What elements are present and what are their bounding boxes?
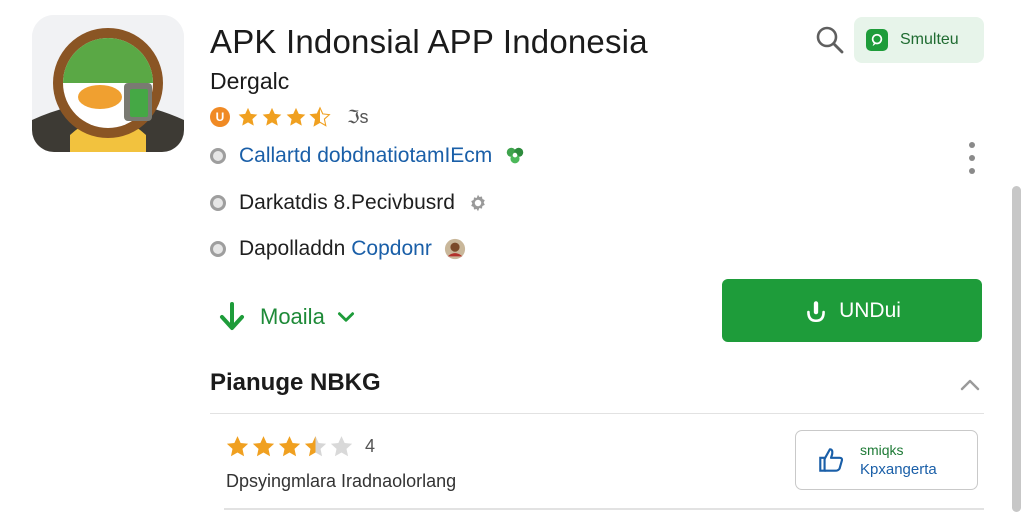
- like-button[interactable]: smiqks Kpxangerta: [795, 430, 978, 490]
- app-rating: U ℑs: [210, 104, 369, 130]
- like-button-line2: Kpxangerta: [860, 461, 937, 478]
- gear-icon: [471, 194, 485, 212]
- star-icon: [252, 435, 275, 456]
- star-icon: [226, 435, 249, 456]
- star-half-icon: [309, 106, 331, 127]
- chat-button[interactable]: Smulteu: [854, 17, 984, 63]
- leaf-icon: [507, 147, 524, 164]
- info-developer-prefix: Dapolladdn: [239, 237, 346, 260]
- chevron-down-icon: [337, 312, 354, 322]
- version-selector[interactable]: Moaila: [216, 300, 357, 334]
- chevron-up-icon: [960, 379, 980, 391]
- star-icon: [278, 435, 301, 456]
- app-title: APK Indonsial APP Indonesia: [210, 23, 648, 60]
- scrollbar[interactable]: [1012, 186, 1021, 512]
- like-button-line1: smiqks: [860, 442, 904, 458]
- bullet-icon: [210, 241, 226, 257]
- collapse-button[interactable]: [958, 373, 982, 397]
- section-divider: [210, 413, 984, 414]
- info-row-version: Darkatdis 8.Pecivbusrd: [210, 188, 489, 218]
- review-count: 4: [365, 435, 376, 456]
- download-button-label: UNDui: [839, 298, 901, 322]
- touch-icon: [807, 300, 825, 322]
- bottom-divider: [224, 508, 984, 510]
- info-version-text: Darkatdis 8.Pecivbusrd: [239, 191, 455, 214]
- info-category-link[interactable]: Callartd dobdnatiotamIEcm: [239, 144, 492, 168]
- download-button[interactable]: UNDui: [722, 279, 982, 342]
- version-selector-label: Moaila: [260, 304, 325, 329]
- info-row-category[interactable]: Callartd dobdnatiotamIEcm: [210, 141, 526, 171]
- search-button[interactable]: [814, 24, 846, 56]
- app-developer: Dergalc: [210, 68, 290, 94]
- star-half-icon: [304, 435, 327, 456]
- rating-badge: U: [210, 107, 230, 127]
- search-icon: [816, 26, 844, 54]
- bullet-icon: [210, 195, 226, 211]
- star-icon: [262, 107, 282, 126]
- rating-count: ℑs: [347, 106, 369, 127]
- thumbs-up-icon: [819, 448, 844, 472]
- review-text: Dpsyingmlara Iradnaolorlang: [226, 471, 457, 491]
- info-developer-link[interactable]: Copdonr: [351, 237, 432, 261]
- info-row-developer[interactable]: Dapolladdn Copdonr: [210, 234, 466, 264]
- app-logo: [32, 15, 184, 152]
- star-icon: [286, 107, 306, 126]
- more-vert-icon: [969, 142, 975, 148]
- chat-icon: [866, 29, 888, 51]
- app-detail-page: APK Indonsial APP Indonesia Dergalc U ℑs…: [0, 0, 1024, 512]
- section-title: Pianuge NBKG: [210, 369, 381, 396]
- chat-button-label: Smulteu: [900, 31, 959, 48]
- review-rating: 4: [225, 432, 375, 460]
- download-arrow-icon: [220, 302, 244, 330]
- bullet-icon: [210, 148, 226, 164]
- star-icon: [238, 107, 258, 126]
- star-empty-icon: [330, 435, 353, 456]
- more-options-button[interactable]: [962, 142, 982, 174]
- avatar-icon: [444, 238, 465, 260]
